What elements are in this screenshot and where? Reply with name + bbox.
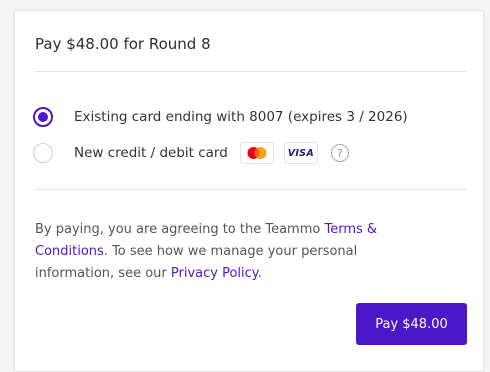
divider	[35, 189, 467, 190]
help-icon[interactable]: ?	[330, 144, 349, 162]
mastercard-icon	[239, 142, 274, 164]
pay-button[interactable]: Pay $48.00	[356, 303, 467, 345]
terms-text: By paying, you are agreeing to the Teamm…	[35, 219, 435, 285]
new-card-label: New credit / debit card	[74, 145, 228, 161]
visa-icon: VISA	[283, 142, 318, 164]
existing-card-radio[interactable]	[33, 107, 53, 127]
payment-card: Pay $48.00 for Round 8 Existing card end…	[14, 10, 484, 372]
terms-text-before: By paying, you are agreeing to the Teamm…	[35, 222, 325, 237]
existing-card-label: Existing card ending with 8007 (expires …	[74, 109, 408, 125]
new-card-radio[interactable]	[33, 143, 53, 163]
visa-label: VISA	[287, 147, 314, 159]
page-title: Pay $48.00 for Round 8	[35, 35, 211, 53]
privacy-policy-link[interactable]: Privacy Policy	[171, 266, 258, 281]
existing-card-option[interactable]: Existing card ending with 8007 (expires …	[33, 105, 408, 129]
new-card-option[interactable]: New credit / debit card VISA ?	[33, 141, 349, 165]
terms-text-after: .	[257, 266, 262, 281]
divider	[35, 71, 467, 72]
